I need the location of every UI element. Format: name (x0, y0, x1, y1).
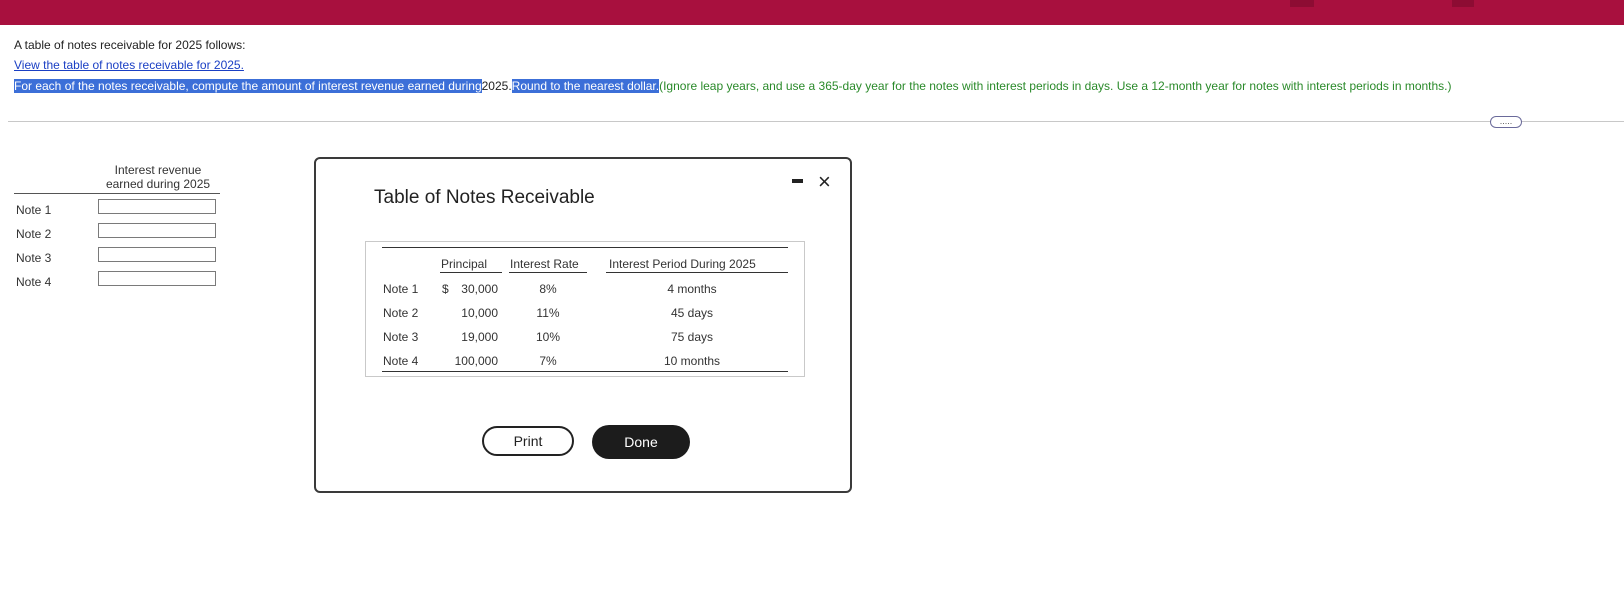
note-4-interest-input[interactable] (98, 271, 216, 286)
answer-row-label-note-1: Note 1 (16, 203, 52, 217)
column-header-interest-period: Interest Period During 2025 (609, 257, 756, 271)
period-value: 45 days (670, 306, 714, 320)
section-divider (8, 121, 1624, 122)
principal-value: 100,000 (454, 354, 498, 368)
top-bar-tab-right[interactable] (1452, 0, 1474, 7)
period-value: 4 months (667, 282, 717, 296)
column-header-interest-rate: Interest Rate (510, 257, 579, 271)
note-1-interest-input[interactable] (98, 199, 216, 214)
answer-header-line2: earned during 2025 (105, 177, 211, 191)
rate-value: 11% (536, 306, 560, 320)
rate-value: 10% (535, 330, 561, 344)
note-label: Note 3 (383, 330, 419, 344)
rate-header-rule (509, 272, 587, 273)
instruction-highlight-1: For each of the notes receivable, comput… (14, 79, 482, 93)
note-label: Note 1 (383, 282, 419, 296)
period-value: 10 months (663, 354, 721, 368)
period-value: 75 days (670, 330, 714, 344)
close-icon[interactable]: × (818, 169, 831, 195)
more-options-button[interactable]: ..... (1490, 116, 1522, 128)
note-label: Note 4 (383, 354, 419, 368)
answer-row-label-note-4: Note 4 (16, 275, 52, 289)
principal-value: 30,000 (461, 282, 498, 296)
note-3-interest-input[interactable] (98, 247, 216, 262)
notes-receivable-dialog: Table of Notes Receivable × Principal In… (314, 157, 852, 493)
table-bottom-rule (382, 371, 788, 372)
notes-table: Principal Interest Rate Interest Period … (365, 241, 805, 377)
minimize-icon[interactable] (792, 179, 803, 183)
column-header-principal: Principal (441, 257, 488, 271)
rate-value: 7% (539, 354, 557, 368)
question-intro: A table of notes receivable for 2025 fol… (14, 38, 246, 52)
rate-value: 8% (539, 282, 557, 296)
principal-value: 19,000 (461, 330, 498, 344)
principal-value: 10,000 (461, 306, 498, 320)
question-instruction: For each of the notes receivable, comput… (14, 79, 1452, 93)
answer-header-line1: Interest revenue (114, 163, 202, 177)
note-2-interest-input[interactable] (98, 223, 216, 238)
period-header-rule (606, 272, 788, 273)
table-top-rule (382, 247, 788, 248)
answer-row-label-note-2: Note 2 (16, 227, 52, 241)
instruction-note: (Ignore leap years, and use a 365-day ye… (659, 79, 1452, 93)
note-label: Note 2 (383, 306, 419, 320)
instruction-year: 2025. (481, 79, 512, 93)
answer-column-header: Interest revenue earned during 2025 (96, 163, 220, 191)
dialog-title: Table of Notes Receivable (374, 187, 595, 208)
top-bar (0, 0, 1624, 25)
answer-row-label-note-3: Note 3 (16, 251, 52, 265)
view-notes-table-link[interactable]: View the table of notes receivable for 2… (14, 58, 244, 72)
done-button[interactable]: Done (592, 425, 690, 459)
print-button[interactable]: Print (482, 426, 574, 456)
answer-header-rule (14, 193, 220, 194)
instruction-highlight-2: Round to the nearest dollar. (511, 79, 660, 93)
principal-header-rule (440, 272, 502, 273)
top-bar-tab-left[interactable] (1290, 0, 1314, 7)
